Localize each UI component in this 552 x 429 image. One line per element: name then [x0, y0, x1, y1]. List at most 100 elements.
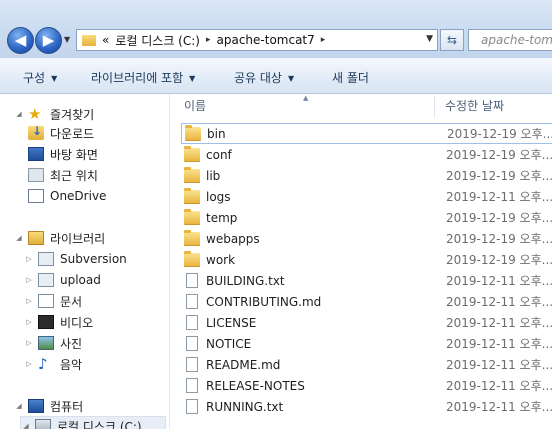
file-row-webapps[interactable]: webapps 2019-12-19 오후... — [181, 228, 552, 249]
nav-item-documents[interactable]: ▷ 문서 — [24, 291, 82, 311]
folder-icon — [184, 145, 200, 162]
file-icon — [186, 315, 198, 330]
file-row-readme-md[interactable]: README.md 2019-12-11 오후... — [181, 354, 552, 375]
file-row-running-txt[interactable]: RUNNING.txt 2019-12-11 오후... — [181, 396, 552, 417]
star-icon: ★ — [28, 105, 42, 123]
file-date-modified: 2019-12-11 오후... — [446, 337, 552, 351]
nav-item-pictures[interactable]: ▷ 사진 — [24, 333, 82, 353]
breadcrumb-separator[interactable]: ▸ — [206, 35, 211, 45]
share-with-menu[interactable]: 공유 대상 ▼ — [234, 69, 294, 86]
file-date-modified: 2019-12-19 오후... — [446, 211, 552, 225]
file-name: LICENSE — [206, 315, 257, 330]
folder-icon — [185, 124, 201, 141]
file-name: CONTRIBUTING.md — [206, 294, 322, 309]
nav-item-onedrive[interactable]: OneDrive — [24, 186, 106, 206]
file-row-conf[interactable]: conf 2019-12-19 오후... — [181, 144, 552, 165]
nav-item-label: OneDrive — [50, 189, 107, 203]
collapse-arrow-icon[interactable]: ▷ — [24, 318, 34, 326]
pictures-icon — [38, 336, 54, 350]
file-date-modified: 2019-12-19 오후... — [446, 232, 552, 246]
nav-item-downloads[interactable]: 다운로드 — [24, 123, 94, 143]
folder-icon — [184, 208, 200, 225]
nav-item-music[interactable]: ▷ ♪ 음악 — [24, 354, 82, 374]
file-date-modified: 2019-12-19 오후... — [446, 148, 552, 162]
file-name: BUILDING.txt — [206, 273, 285, 288]
file-row-notice[interactable]: NOTICE 2019-12-11 오후... — [181, 333, 552, 354]
column-header-name[interactable]: 이름 — [184, 94, 206, 118]
include-in-library-menu[interactable]: 라이브러리에 포함 ▼ — [91, 69, 195, 86]
file-name: RUNNING.txt — [206, 399, 284, 414]
file-row-license[interactable]: LICENSE 2019-12-11 오후... — [181, 312, 552, 333]
nav-item-label: 다운로드 — [50, 126, 95, 141]
downloads-icon — [28, 124, 44, 140]
nav-item-subversion[interactable]: ▷ Subversion — [24, 249, 127, 269]
organize-menu[interactable]: 구성 ▼ — [23, 69, 57, 86]
onedrive-icon — [28, 189, 44, 203]
file-row-bin[interactable]: bin 2019-12-19 오후... — [181, 123, 552, 144]
nav-computer[interactable]: ◢ 컴퓨터 — [14, 396, 83, 416]
chevron-down-icon: ▼ — [51, 74, 58, 83]
column-header-date-modified[interactable]: 수정한 날짜 — [445, 94, 504, 118]
collapse-arrow-icon[interactable]: ▷ — [24, 339, 34, 347]
nav-item-label: Subversion — [60, 252, 127, 266]
nav-favorites[interactable]: ◢ ★ 즐겨찾기 — [14, 104, 94, 124]
file-row-release-notes[interactable]: RELEASE-NOTES 2019-12-11 오후... — [181, 375, 552, 396]
address-toolbar: ◀ ▶ ▼ « 로컬 디스크 (C:) ▸ apache-tomcat7 ▸ ▼… — [0, 0, 552, 58]
folder-icon — [184, 166, 200, 183]
refresh-icon: ⇆ — [446, 33, 458, 47]
nav-item-label: 로컬 디스크 (C:) — [57, 419, 142, 429]
file-row-work[interactable]: work 2019-12-19 오후... — [181, 249, 552, 270]
collapse-arrow-icon[interactable]: ▷ — [24, 360, 34, 368]
breadcrumb-overflow[interactable]: « — [102, 33, 109, 47]
search-input[interactable]: apache-tomcat7 검색 — [468, 29, 552, 51]
nav-item-label: 사진 — [60, 336, 83, 351]
chevron-down-icon: ▼ — [287, 74, 295, 83]
new-folder-button[interactable]: 새 폴더 — [332, 69, 369, 86]
collapse-arrow-icon[interactable]: ▷ — [24, 255, 34, 263]
nav-libraries[interactable]: ◢ 라이브러리 — [14, 228, 105, 248]
file-row-lib[interactable]: lib 2019-12-19 오후... — [181, 165, 552, 186]
nav-item-local-disk[interactable]: ◢ 로컬 디스크 (C:) — [20, 416, 166, 429]
address-dropdown-icon[interactable]: ▼ — [426, 34, 433, 44]
breadcrumb-apache-tomcat7[interactable]: apache-tomcat7 — [217, 33, 315, 47]
libraries-icon — [28, 231, 44, 245]
file-name: NOTICE — [206, 336, 252, 351]
expand-icon[interactable]: ◢ — [14, 402, 24, 410]
nav-item-desktop[interactable]: 바탕 화면 — [24, 144, 98, 164]
address-bar[interactable]: « 로컬 디스크 (C:) ▸ apache-tomcat7 ▸ ▼ — [76, 29, 438, 51]
nav-item-upload[interactable]: ▷ upload — [24, 270, 101, 290]
collapse-arrow-icon[interactable]: ◢ — [21, 422, 31, 429]
nav-item-videos[interactable]: ▷ 비디오 — [24, 312, 93, 332]
file-name: work — [206, 252, 236, 267]
share-with-label: 공유 대상 — [234, 71, 282, 85]
file-row-contributing-md[interactable]: CONTRIBUTING.md 2019-12-11 오후... — [181, 291, 552, 312]
forward-button[interactable]: ▶ — [35, 27, 62, 54]
command-bar: 구성 ▼ 라이브러리에 포함 ▼ 공유 대상 ▼ 새 폴더 — [0, 58, 552, 94]
file-list: 이름 ▲ 수정한 날짜 bin 2019-12-19 오후... conf 2019-… — [171, 94, 552, 429]
file-row-building-txt[interactable]: BUILDING.txt 2019-12-11 오후... — [181, 270, 552, 291]
folder-icon — [184, 250, 200, 267]
nav-favorites-label: 즐겨찾기 — [50, 107, 95, 122]
breadcrumb-local-disk[interactable]: 로컬 디스크 (C:) — [115, 32, 200, 49]
file-name: lib — [206, 168, 221, 183]
column-divider[interactable] — [434, 96, 435, 118]
file-date-modified: 2019-12-11 오후... — [446, 274, 552, 288]
collapse-arrow-icon[interactable]: ▷ — [24, 297, 34, 305]
file-date-modified: 2019-12-11 오후... — [446, 358, 552, 372]
expand-icon[interactable]: ◢ — [14, 234, 24, 242]
nav-item-label: 바탕 화면 — [50, 147, 98, 162]
expand-icon[interactable]: ◢ — [14, 110, 24, 118]
desktop-icon — [28, 147, 44, 161]
recent-pages-dropdown[interactable]: ▼ — [64, 36, 72, 44]
collapse-arrow-icon[interactable]: ▷ — [24, 276, 34, 284]
file-row-temp[interactable]: temp 2019-12-19 오후... — [181, 207, 552, 228]
refresh-button[interactable]: ⇆ — [440, 29, 464, 51]
nav-item-label: 문서 — [60, 294, 83, 309]
breadcrumb-separator[interactable]: ▸ — [321, 35, 326, 45]
file-name: temp — [206, 210, 238, 225]
nav-item-recent-places[interactable]: 최근 위치 — [24, 165, 98, 185]
file-icon — [186, 399, 198, 414]
nav-item-label: upload — [60, 273, 101, 287]
file-row-logs[interactable]: logs 2019-12-11 오후... — [181, 186, 552, 207]
back-button[interactable]: ◀ — [7, 27, 34, 54]
